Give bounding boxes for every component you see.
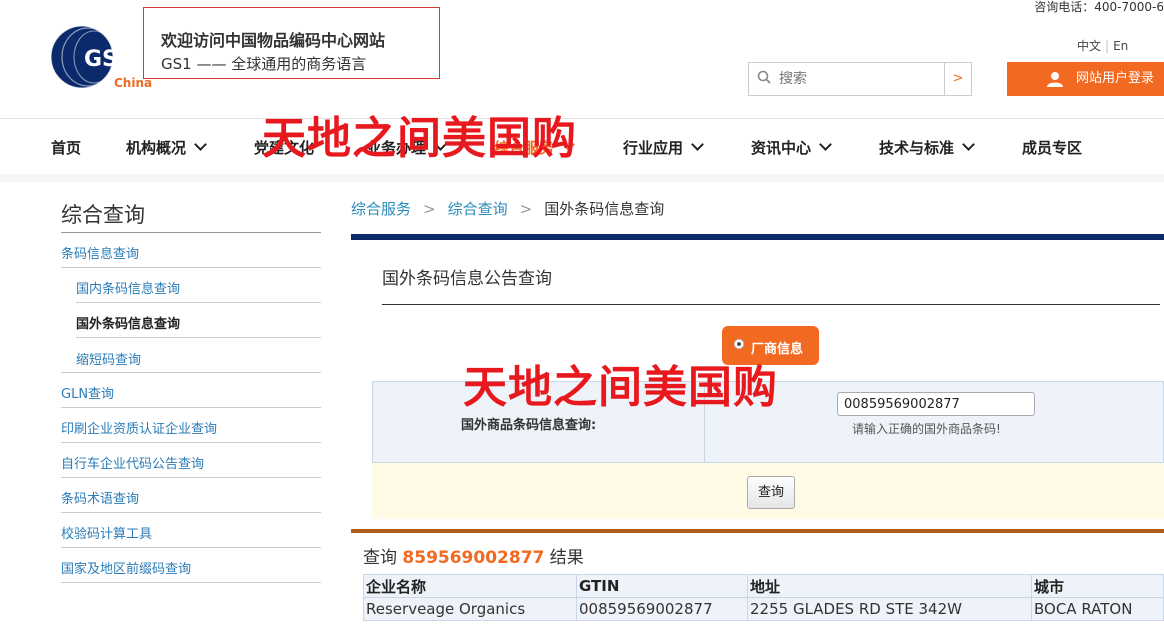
breadcrumb-services[interactable]: 综合服务 — [351, 200, 411, 218]
result-suffix: 结果 — [549, 548, 584, 568]
sidebar-divider — [76, 337, 321, 338]
result-table: 企业名称 GTIN 地址 城市 Reserveage Organics 0085… — [363, 574, 1164, 621]
barcode-input[interactable] — [837, 392, 1035, 416]
nav-home-label: 首页 — [51, 139, 82, 157]
sidebar-item-printing[interactable]: 印刷企业资质认证企业查询 — [61, 418, 217, 437]
nav-about[interactable]: 机构概况 — [126, 137, 207, 158]
result-title: 查询 859569002877 结果 — [363, 543, 584, 568]
search-input[interactable] — [777, 63, 946, 95]
nav-standards-label: 技术与标准 — [879, 139, 955, 157]
sidebar-divider — [61, 547, 321, 548]
chevron-down-icon — [194, 138, 207, 151]
sidebar-divider — [61, 477, 321, 478]
user-login-button[interactable]: 网站用户登录 — [1007, 62, 1164, 96]
nav-members[interactable]: 成员专区 — [1022, 137, 1082, 158]
cell-address: 2255 GLADES RD STE 342W — [747, 597, 1032, 621]
nav-home[interactable]: 首页 — [51, 137, 81, 158]
sidebar-item-gln[interactable]: GLN查询 — [61, 383, 114, 402]
table-row: Reserveage Organics 00859569002877 2255 … — [363, 597, 1164, 621]
cell-city: BOCA RATON — [1031, 597, 1164, 621]
nav-news[interactable]: 资讯中心 — [751, 137, 832, 158]
chevron-down-icon — [819, 138, 832, 151]
nav-industry[interactable]: 行业应用 — [623, 137, 704, 158]
sidebar-divider — [76, 302, 321, 303]
chevron-down-icon — [691, 138, 704, 151]
cell-company: Reserveage Organics — [363, 597, 577, 621]
sidebar-divider — [61, 582, 321, 583]
breadcrumb: 综合服务 > 综合查询 > 国外条码信息查询 — [351, 198, 664, 219]
hotline-text: 咨询电话：400-7000-6 — [1034, 0, 1164, 14]
nav-about-label: 机构概况 — [126, 139, 187, 157]
sidebar-title: 综合查询 — [61, 203, 145, 227]
sidebar-item-barcode-query[interactable]: 条码信息查询 — [61, 243, 139, 262]
sidebar-item-foreign[interactable]: 国外条码信息查询 — [76, 313, 180, 332]
search-icon — [757, 70, 771, 84]
watermark-overlay: 天地之间美国购 — [262, 113, 577, 164]
result-prefix: 查询 — [363, 548, 397, 568]
breadcrumb-query[interactable]: 综合查询 — [448, 200, 508, 218]
login-label: 网站用户登录 — [1076, 71, 1155, 86]
sidebar-divider — [61, 232, 321, 233]
sidebar-item-domestic[interactable]: 国内条码信息查询 — [76, 278, 180, 297]
sidebar-divider — [61, 267, 321, 268]
col-company: 企业名称 — [363, 574, 577, 598]
lang-english[interactable]: En — [1113, 39, 1128, 53]
sidebar-item-bicycle[interactable]: 自行车企业代码公告查询 — [61, 453, 204, 472]
sidebar-divider — [61, 407, 321, 408]
col-address: 地址 — [747, 574, 1032, 598]
panel-divider — [382, 304, 1160, 305]
sidebar-item-prefix[interactable]: 国家及地区前缀码查询 — [61, 558, 191, 577]
table-header-row: 企业名称 GTIN 地址 城市 — [363, 574, 1164, 598]
breadcrumb-separator: > — [519, 200, 533, 218]
user-icon — [1047, 72, 1063, 87]
welcome-subtitle: GS1 —— 全球通用的商务语言 — [161, 55, 367, 73]
sidebar-item-shortcode[interactable]: 缩短码查询 — [76, 349, 141, 368]
main-nav: 首页 机构概况 党建文化 业务办理 综合服务 行业应用 资讯中心 技术与标准 成… — [0, 118, 1164, 175]
lang-chinese[interactable]: 中文 — [1077, 39, 1101, 53]
header-band — [0, 174, 1164, 182]
result-top-bar — [351, 529, 1164, 533]
nav-members-label: 成员专区 — [1022, 139, 1083, 157]
nav-industry-label: 行业应用 — [623, 139, 684, 157]
lang-separator: | — [1105, 39, 1110, 53]
welcome-title: 欢迎访问中国物品编码中心网站 — [161, 31, 386, 50]
sidebar-divider — [61, 442, 321, 443]
search-box: > — [748, 62, 972, 96]
nav-standards[interactable]: 技术与标准 — [879, 137, 975, 158]
radio-selected-icon[interactable] — [734, 339, 744, 349]
col-city: 城市 — [1031, 574, 1164, 598]
sidebar-divider — [61, 372, 321, 373]
search-button[interactable]: > — [944, 63, 971, 95]
sidebar-item-checkdigit[interactable]: 校验码计算工具 — [61, 523, 152, 542]
sidebar-item-terms[interactable]: 条码术语查询 — [61, 488, 139, 507]
watermark-overlay: 天地之间美国购 — [463, 362, 778, 413]
cell-gtin: 00859569002877 — [576, 597, 748, 621]
barcode-hint: 请输入正确的国外商品条码! — [852, 422, 1001, 436]
breadcrumb-current: 国外条码信息查询 — [544, 200, 665, 218]
result-code: 859569002877 — [402, 548, 545, 568]
panel-title: 国外条码信息公告查询 — [382, 269, 552, 289]
language-switch: 中文 | En — [1077, 37, 1128, 54]
logo-text: GS1 — [84, 47, 133, 72]
breadcrumb-separator: > — [423, 200, 436, 218]
nav-news-label: 资讯中心 — [751, 139, 812, 157]
barcode-query-label: 国外商品条码信息查询: — [461, 418, 597, 433]
chevron-down-icon — [962, 138, 975, 151]
query-button[interactable]: 查询 — [747, 476, 795, 509]
col-gtin: GTIN — [576, 574, 748, 598]
panel-top-bar — [351, 234, 1164, 240]
sidebar-divider — [61, 512, 321, 513]
